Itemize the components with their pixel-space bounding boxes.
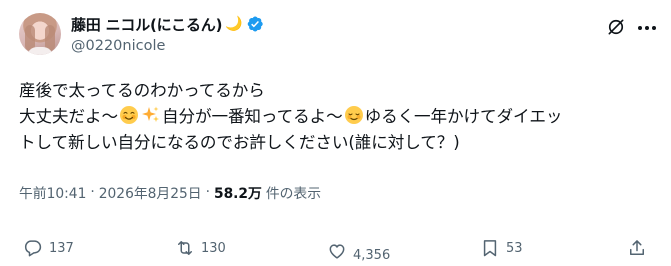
more-dot — [652, 26, 656, 30]
repost-button[interactable]: 130 — [175, 238, 226, 258]
bookmark-count: 53 — [506, 240, 523, 256]
tweet-segment: ゆるく一年かけてダイエッ — [364, 107, 563, 126]
tweet-line-3: トして新しい自分になるのでお許しください(誰に対して？) — [19, 133, 460, 152]
reply-button[interactable]: 137 — [23, 238, 74, 258]
user-handle[interactable]: @0220nicole — [71, 38, 165, 54]
bookmark-icon — [483, 240, 497, 257]
more-dot — [645, 26, 649, 30]
display-name[interactable]: 藤田 ニコル(にこるん) — [71, 14, 222, 35]
meta-separator: · — [205, 184, 210, 200]
reply-icon — [24, 240, 42, 257]
moon-icon: 🌙 — [225, 16, 243, 32]
views-count[interactable]: 58.2万 — [214, 182, 262, 202]
relieved-face-icon — [344, 106, 363, 124]
tweet-segment: 自分が一番知ってるよ〜 — [161, 107, 343, 126]
grok-icon[interactable] — [606, 17, 626, 37]
avatar-shirt — [27, 47, 53, 55]
more-dot — [638, 26, 642, 30]
avatar[interactable] — [19, 13, 61, 55]
repost-count: 130 — [201, 240, 226, 256]
verified-badge-icon[interactable] — [246, 15, 264, 33]
tweet-segment: 大丈夫だよ〜 — [19, 107, 118, 126]
share-button[interactable] — [627, 238, 647, 258]
more-options-icon[interactable] — [638, 25, 656, 31]
tweet-line-2: 大丈夫だよ〜 自分が一番知ってるよ〜 ゆるく一年かけてダイエッ — [19, 104, 659, 130]
tweet-time[interactable]: 午前10:41 — [19, 182, 86, 202]
author-name-row: 藤田 ニコル(にこるん) 🌙 — [71, 14, 264, 34]
like-icon — [329, 243, 345, 259]
like-count: 4,356 — [353, 248, 391, 263]
bookmark-button[interactable]: 53 — [480, 238, 523, 258]
repost-icon — [178, 241, 192, 255]
tweet-date[interactable]: 2026年8月25日 — [99, 182, 202, 202]
share-icon — [630, 240, 644, 255]
tweet-meta: 午前10:41 · 2026年8月25日 · 58.2万 件の表示 — [19, 182, 321, 202]
tweet-text: 産後で太ってるのわかってるから 大丈夫だよ〜 自分が一番知ってるよ〜 ゆるく一年かけ… — [19, 78, 659, 156]
views-label: 件の表示 — [265, 186, 322, 202]
action-bar: 137 130 4,356 53 — [0, 232, 671, 266]
reply-count: 137 — [49, 240, 74, 256]
sparkles-icon — [141, 106, 159, 122]
tweet-line-1: 産後で太ってるのわかってるから — [19, 81, 265, 100]
meta-separator: · — [90, 184, 95, 200]
smiling-face-icon — [119, 106, 138, 124]
like-button[interactable]: 4,356 — [327, 238, 390, 263]
